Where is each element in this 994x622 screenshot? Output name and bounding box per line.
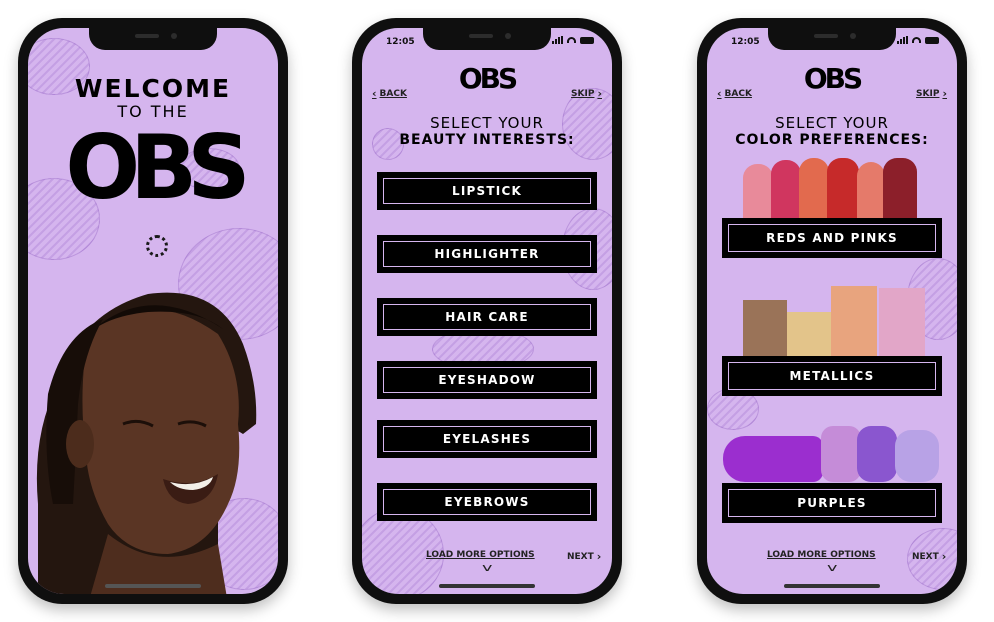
loading-spinner <box>146 235 168 257</box>
purple-swatch <box>857 426 897 482</box>
wifi-icon <box>567 37 576 43</box>
color-preferences-screen: 12:05 OBS ‹ BACK SKIP › SELECT YOUR COLO… <box>707 28 957 594</box>
chevron-right-icon: › <box>941 550 947 563</box>
battery-icon <box>580 36 594 44</box>
phone-notch <box>768 28 896 50</box>
option-highlighter-button[interactable]: HIGHLIGHTER <box>377 235 597 273</box>
welcome-heading: WELCOME <box>74 74 232 103</box>
home-indicator[interactable] <box>784 584 880 588</box>
heading-line-1: SELECT YOUR <box>430 114 544 132</box>
chevron-left-icon: ‹ <box>717 87 722 100</box>
status-time: 12:05 <box>386 37 415 47</box>
back-link[interactable]: ‹ BACK <box>372 87 407 100</box>
chevron-right-icon: › <box>597 87 602 100</box>
purple-swatch <box>723 436 823 482</box>
home-indicator[interactable] <box>439 584 535 588</box>
load-more-button[interactable]: LOAD MORE OPTIONS <box>767 550 876 560</box>
signal-icon <box>552 36 563 44</box>
option-label: PURPLES <box>797 496 867 510</box>
heading-line-2: BEAUTY INTERESTS: <box>399 132 575 148</box>
beauty-interests-screen: 12:05 OBS ‹ BACK SKIP › SELECT YOUR BEAU… <box>362 28 612 594</box>
chevron-left-icon: ‹ <box>372 87 377 100</box>
option-eyelashes-button[interactable]: EYELASHES <box>377 420 597 458</box>
option-eyeshadow-button[interactable]: EYESHADOW <box>377 361 597 399</box>
status-icons <box>897 36 939 44</box>
page-heading: SELECT YOUR COLOR PREFERENCES: <box>707 114 957 148</box>
next-label: NEXT <box>567 551 594 562</box>
back-link[interactable]: ‹ BACK <box>717 87 752 100</box>
obs-logo: OBS <box>803 62 863 95</box>
welcome-screen: WELCOME TO THE OBS <box>28 28 278 594</box>
phone-notch <box>423 28 551 50</box>
page-heading: SELECT YOUR BEAUTY INTERESTS: <box>362 114 612 148</box>
next-link[interactable]: NEXT › <box>912 550 946 563</box>
lipstick-swatch <box>827 158 859 218</box>
skip-link[interactable]: SKIP › <box>571 87 602 100</box>
option-label: METALLICS <box>789 369 875 383</box>
chevron-right-icon: › <box>942 87 947 100</box>
signal-icon <box>897 36 908 44</box>
skip-label: SKIP <box>916 88 940 99</box>
back-label: BACK <box>724 88 752 99</box>
load-more-label: LOAD MORE OPTIONS <box>767 550 876 560</box>
load-more-label: LOAD MORE OPTIONS <box>426 550 535 560</box>
model-portrait <box>36 292 257 594</box>
option-label: EYESHADOW <box>438 373 536 387</box>
option-eyebrows-button[interactable]: EYEBROWS <box>377 483 597 521</box>
lipstick-swatch <box>799 158 829 218</box>
lipstick-swatch <box>883 158 917 218</box>
metallic-swatch <box>831 286 877 356</box>
option-label: EYELASHES <box>442 432 532 446</box>
metallic-swatch <box>787 312 831 356</box>
option-metallics-button[interactable]: METALLICS <box>722 356 942 396</box>
option-label: LIPSTICK <box>452 184 522 198</box>
option-label: HAIR CARE <box>445 310 529 324</box>
home-indicator[interactable] <box>105 584 201 588</box>
obs-logo: OBS <box>458 62 518 95</box>
purple-swatch <box>821 426 861 482</box>
status-icons <box>552 36 594 44</box>
option-label: REDS AND PINKS <box>766 231 898 245</box>
load-more-button[interactable]: LOAD MORE OPTIONS <box>426 550 535 560</box>
lipstick-swatch <box>771 160 801 218</box>
heading-line-1: SELECT YOUR <box>775 114 889 132</box>
phone-beauty-interests: 12:05 OBS ‹ BACK SKIP › SELECT YOUR BEAU… <box>352 18 622 604</box>
chevron-down-icon[interactable]: v <box>482 561 492 574</box>
option-purples-button[interactable]: PURPLES <box>722 483 942 523</box>
battery-icon <box>925 36 939 44</box>
option-label: HIGHLIGHTER <box>434 247 540 261</box>
option-reds-and-pinks-button[interactable]: REDS AND PINKS <box>722 218 942 258</box>
phone-notch <box>89 28 217 50</box>
status-time: 12:05 <box>731 37 760 47</box>
phone-color-preferences: 12:05 OBS ‹ BACK SKIP › SELECT YOUR COLO… <box>697 18 967 604</box>
chevron-down-icon[interactable]: v <box>827 561 837 574</box>
skip-label: SKIP <box>571 88 595 99</box>
purple-swatch <box>895 430 939 482</box>
wifi-icon <box>912 37 921 43</box>
chevron-right-icon: › <box>596 550 602 563</box>
phone-welcome: WELCOME TO THE OBS <box>18 18 288 604</box>
metallic-swatch <box>743 300 787 356</box>
skip-link[interactable]: SKIP › <box>916 87 947 100</box>
back-label: BACK <box>379 88 407 99</box>
next-link[interactable]: NEXT › <box>567 550 601 563</box>
option-lipstick-button[interactable]: LIPSTICK <box>377 172 597 210</box>
heading-line-2: COLOR PREFERENCES: <box>735 132 929 148</box>
next-label: NEXT <box>912 551 939 562</box>
lipstick-swatch <box>743 164 773 218</box>
brand-logo: OBS <box>65 116 250 219</box>
metallic-swatch <box>879 288 925 356</box>
option-hair-care-button[interactable]: HAIR CARE <box>377 298 597 336</box>
lipstick-swatch <box>857 162 885 218</box>
option-label: EYEBROWS <box>444 495 530 509</box>
